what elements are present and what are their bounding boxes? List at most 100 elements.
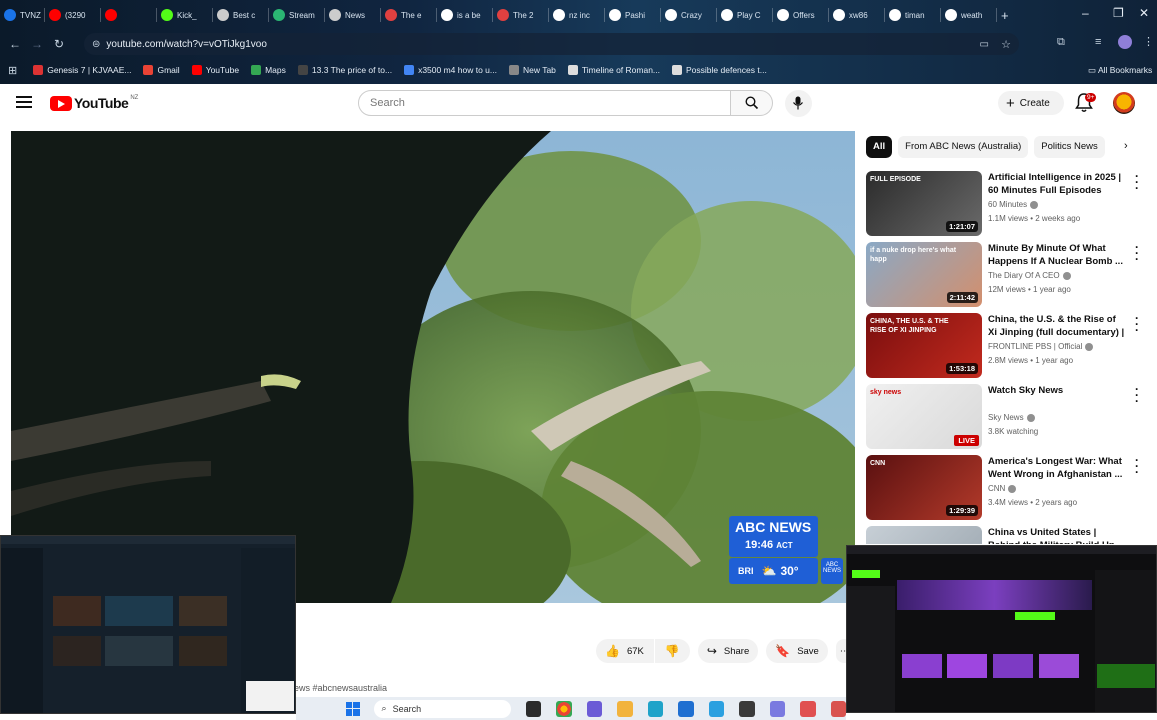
copilot-icon[interactable] [586, 700, 603, 717]
recommended-video[interactable]: FULL EPISODE 1:21:07 Artificial Intelligen… [866, 170, 1156, 237]
browser-tab[interactable]: timan [885, 3, 940, 27]
browser-tab[interactable]: Crazy [661, 3, 716, 27]
more-icon[interactable]: · · · [1135, 312, 1139, 336]
like-button[interactable]: 👍 67K [596, 639, 654, 663]
browser-tab[interactable] [101, 3, 156, 27]
site-info-icon[interactable]: ⊜ [92, 39, 100, 50]
browser-tab[interactable]: Stream [269, 3, 324, 27]
browser-tab[interactable]: Best c [213, 3, 268, 27]
video-title[interactable]: China vs United States | Behind the Mili… [988, 526, 1126, 544]
more-icon[interactable]: · · · [1135, 454, 1139, 478]
bookmark-item[interactable]: Possible defences t... [672, 65, 767, 75]
video-thumbnail[interactable]: FULL EPISODE 1:21:07 [866, 171, 982, 236]
new-tab-button[interactable]: + [997, 3, 1013, 27]
browser-tab[interactable]: Pashi [605, 3, 660, 27]
more-icon[interactable]: · · · [1135, 383, 1139, 407]
search-input[interactable]: Search [358, 90, 731, 116]
video-title[interactable]: Watch Sky News [988, 384, 1126, 397]
reload-icon[interactable]: ↻ [48, 37, 70, 51]
browser-tab[interactable]: Play C [717, 3, 772, 27]
browser-tab[interactable]: (3290 [45, 3, 100, 27]
extensions-icon[interactable]: ⧉ [1057, 36, 1065, 49]
video-thumbnail[interactable] [866, 526, 982, 544]
minimize-button[interactable]: – [1082, 6, 1089, 20]
recommended-video[interactable]: CNN 1:29:39 America's Longest War: What We… [866, 454, 1156, 521]
bookmark-item[interactable]: New Tab [508, 65, 556, 75]
browser-tab[interactable]: Offers [773, 3, 828, 27]
browser-menu-icon[interactable]: ⋮ [1143, 35, 1154, 48]
bookmark-item[interactable]: Genesis 7 | KJVAAE... [33, 65, 131, 75]
browser-tab[interactable]: is a be [437, 3, 492, 27]
browser-tab[interactable]: The e [381, 3, 436, 27]
back-icon[interactable]: ← [4, 37, 26, 51]
forward-icon[interactable]: → [26, 37, 48, 51]
search-button[interactable] [731, 90, 773, 116]
bookmark-item[interactable]: YouTube [191, 65, 239, 75]
bookmark-item[interactable]: Timeline of Roman... [567, 65, 660, 75]
browser-tab[interactable]: News [325, 3, 380, 27]
filter-chip[interactable]: All [866, 136, 893, 158]
channel-name[interactable]: FRONTLINE PBS | Official [988, 342, 1094, 351]
close-button[interactable]: ✕ [1139, 6, 1149, 20]
browser-tab[interactable]: nz inc [549, 3, 604, 27]
video-title[interactable]: Minute By Minute Of What Happens If A Nu… [988, 242, 1126, 268]
browser-tab[interactable]: weath [941, 3, 996, 27]
task-view-icon[interactable] [525, 700, 542, 717]
video-thumbnail[interactable]: CNN 1:29:39 [866, 455, 982, 520]
filter-chip[interactable]: Politics News [1034, 136, 1105, 158]
video-title[interactable]: Artificial Intelligence in 2025 | 60 Min… [988, 171, 1126, 197]
browser-tab[interactable]: Kick_ [157, 3, 212, 27]
create-button[interactable]: + Create [998, 91, 1064, 115]
bookmark-item[interactable]: 13.3 The price of to... [297, 65, 392, 75]
cast-icon[interactable]: ▭ [980, 39, 989, 50]
taskbar-search[interactable]: ⌕ Search [373, 699, 511, 718]
voice-search-button[interactable] [785, 90, 812, 117]
apps-icon[interactable]: ⊞ [8, 64, 17, 77]
file-explorer-icon[interactable] [617, 700, 633, 717]
more-icon[interactable]: · · · [1135, 170, 1139, 194]
browser-tab[interactable]: xw86 [829, 3, 884, 27]
profile-avatar[interactable] [1118, 35, 1132, 49]
share-button[interactable]: ↪ Share [697, 639, 759, 663]
app-icon-1[interactable] [739, 700, 755, 717]
app-icon-2[interactable] [769, 700, 786, 717]
media-icon[interactable]: ≡ [1095, 36, 1101, 48]
account-avatar[interactable] [1113, 92, 1135, 114]
recommended-video[interactable]: CHINA, THE U.S. & THE RISE OF XI JINPING… [866, 312, 1156, 379]
description-hashtags[interactable]: ews #abcnewsaustralia [294, 683, 387, 693]
browser-tab[interactable]: TVNZ [0, 3, 44, 27]
channel-name[interactable]: CNN [988, 484, 1017, 493]
edge-icon[interactable] [647, 700, 664, 717]
youtube-logo[interactable]: YouTube NZ [50, 95, 138, 111]
chrome-icon[interactable] [556, 700, 572, 717]
bookmark-item[interactable]: Maps [251, 65, 286, 75]
filter-chip[interactable]: From ABC News (Australia) [898, 136, 1029, 158]
menu-icon[interactable] [16, 96, 32, 111]
recommended-video[interactable]: sky news LIVE Watch Sky News Sky News 3.8K w… [866, 383, 1156, 450]
dislike-button[interactable]: 👎 [654, 639, 690, 663]
all-bookmarks[interactable]: ▭ All Bookmarks [1088, 65, 1152, 76]
app-icon-3[interactable] [800, 700, 816, 717]
recommended-video[interactable]: if a nuke drop here's what happ 2:11:42 Mi… [866, 241, 1156, 308]
app-icon-4[interactable] [830, 700, 846, 717]
star-icon[interactable]: ☆ [1001, 38, 1011, 51]
windows-start-icon[interactable] [346, 701, 360, 716]
channel-name[interactable]: The Diary Of A CEO [988, 271, 1071, 280]
bookmark-item[interactable]: Gmail [143, 65, 180, 75]
outlook-icon[interactable] [678, 700, 694, 717]
maximize-button[interactable]: ❐ [1113, 6, 1124, 20]
more-icon[interactable]: · · · [1135, 241, 1139, 265]
store-icon[interactable] [708, 700, 725, 717]
video-thumbnail[interactable]: if a nuke drop here's what happ 2:11:42 [866, 242, 982, 307]
video-title[interactable]: China, the U.S. & the Rise of Xi Jinping… [988, 313, 1126, 340]
chevron-right-icon[interactable]: › [1124, 140, 1128, 152]
save-button[interactable]: 🔖 Save [766, 639, 828, 663]
address-bar[interactable]: ⊜ youtube.com/watch?v=vOTiJkg1voo ▭ ☆ [84, 33, 1019, 55]
video-title[interactable]: America's Longest War: What Went Wrong i… [988, 455, 1126, 481]
bookmark-item[interactable]: x3500 m4 how to u... [404, 65, 497, 75]
video-thumbnail[interactable]: sky news LIVE [866, 384, 982, 449]
recommended-video[interactable]: China vs United States | Behind the Mili… [866, 526, 1156, 544]
browser-tab[interactable]: The 2 [493, 3, 548, 27]
channel-name[interactable]: Sky News [988, 413, 1035, 422]
video-thumbnail[interactable]: CHINA, THE U.S. & THE RISE OF XI JINPING… [866, 313, 982, 378]
